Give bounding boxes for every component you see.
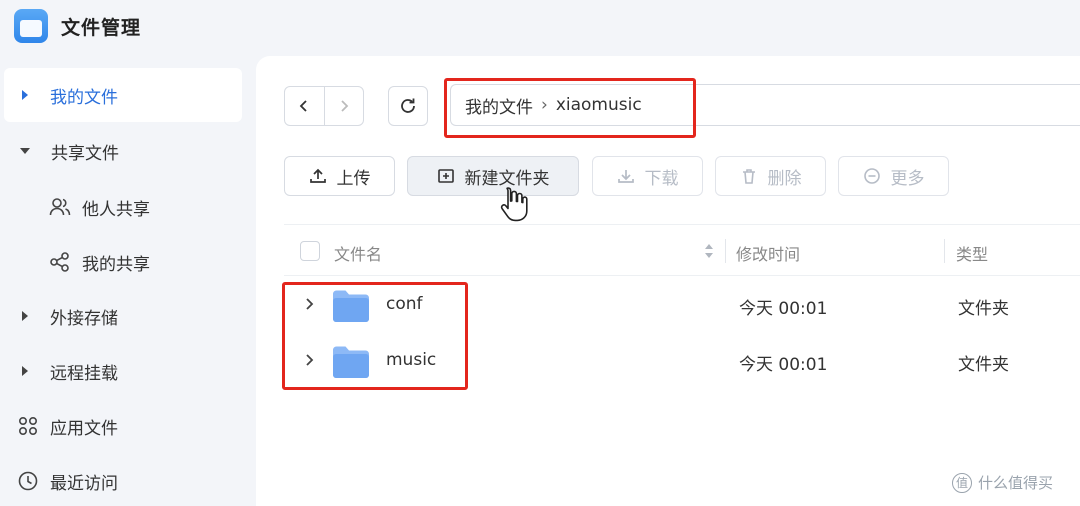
sidebar-item-recent[interactable]: 最近访问 xyxy=(4,454,242,506)
watermark-text: 什么值得买 xyxy=(978,474,1054,492)
breadcrumb: 我的文件 › xiaomusic xyxy=(450,84,1080,126)
sidebar-item-label: 应用文件 xyxy=(50,418,118,439)
users-icon xyxy=(48,195,72,219)
watermark: 值 什么值得买 xyxy=(952,472,1053,493)
clock-icon xyxy=(16,469,40,493)
upload-label: 上传 xyxy=(336,168,371,189)
column-header-name[interactable]: 文件名 xyxy=(334,241,382,265)
upload-icon xyxy=(309,167,327,185)
folder-icon xyxy=(333,346,369,378)
sidebar-item-shared-files[interactable]: 共享文件 xyxy=(4,124,242,178)
sidebar-item-my-shares[interactable]: 我的共享 xyxy=(4,235,242,289)
share-icon xyxy=(48,250,72,274)
chevron-right-icon[interactable] xyxy=(304,297,314,311)
folder-icon xyxy=(333,290,369,322)
breadcrumb-item-current: xiaomusic xyxy=(555,95,642,115)
history-nav xyxy=(284,86,364,126)
caret-right-icon xyxy=(22,311,28,321)
sidebar-item-remote-mount[interactable]: 远程挂载 xyxy=(4,344,242,398)
new-folder-icon xyxy=(437,167,455,185)
table-row[interactable]: music 今天 00:01 文件夹 xyxy=(284,334,1080,390)
sidebar-item-label: 远程挂载 xyxy=(50,363,118,384)
smzdm-logo-icon: 值 xyxy=(952,472,972,493)
file-modified: 今天 00:01 xyxy=(739,299,828,319)
refresh-button[interactable] xyxy=(388,86,428,126)
file-name[interactable]: conf xyxy=(386,294,423,314)
column-separator xyxy=(725,239,726,263)
upload-button[interactable]: 上传 xyxy=(284,156,395,196)
file-modified: 今天 00:01 xyxy=(739,355,828,375)
breadcrumb-separator-icon: › xyxy=(541,95,548,115)
chevron-right-icon xyxy=(341,100,349,112)
download-icon xyxy=(617,167,635,185)
chevron-left-icon xyxy=(299,100,307,112)
sidebar-item-label: 外接存储 xyxy=(50,308,118,329)
download-button[interactable]: 下载 xyxy=(592,156,703,196)
column-separator xyxy=(944,239,945,263)
column-header-modified[interactable]: 修改时间 xyxy=(736,241,800,265)
select-all-checkbox[interactable] xyxy=(300,241,320,261)
table-row[interactable]: conf 今天 00:01 文件夹 xyxy=(284,278,1080,334)
sidebar-item-label: 他人共享 xyxy=(82,199,150,220)
file-type: 文件夹 xyxy=(958,355,1009,375)
file-manager-logo-icon xyxy=(14,9,48,43)
forward-button[interactable] xyxy=(323,87,364,125)
sidebar-item-label: 共享文件 xyxy=(51,143,119,164)
trash-icon xyxy=(740,167,758,185)
app-header: 文件管理 xyxy=(0,0,1080,52)
sidebar: 我的文件 共享文件 他人共享 我的共享 外接存储 远程挂载 应用文件 最近访问 xyxy=(0,62,250,506)
delete-button[interactable]: 删除 xyxy=(715,156,826,196)
breadcrumb-item-root[interactable]: 我的文件 xyxy=(465,93,533,118)
table-header: 文件名 修改时间 类型 xyxy=(284,224,1080,276)
file-name[interactable]: music xyxy=(386,350,436,370)
apps-icon xyxy=(16,414,40,438)
caret-right-icon xyxy=(22,366,28,376)
sidebar-item-label: 最近访问 xyxy=(50,473,118,494)
sidebar-item-app-files[interactable]: 应用文件 xyxy=(4,399,242,453)
sidebar-item-my-files[interactable]: 我的文件 xyxy=(4,68,242,122)
back-button[interactable] xyxy=(285,87,324,125)
main-panel: 我的文件 › xiaomusic 上传 新建文件夹 下载 删除 更多 文件名 修… xyxy=(256,56,1080,506)
column-header-type[interactable]: 类型 xyxy=(956,241,988,265)
more-button[interactable]: 更多 xyxy=(838,156,949,196)
refresh-icon xyxy=(401,98,415,113)
more-icon xyxy=(863,167,881,185)
caret-right-icon xyxy=(22,90,28,100)
chevron-right-icon[interactable] xyxy=(304,353,314,367)
new-folder-button[interactable]: 新建文件夹 xyxy=(407,156,579,196)
download-label: 下载 xyxy=(644,168,679,189)
sidebar-item-label: 我的共享 xyxy=(82,254,150,275)
sidebar-item-label: 我的文件 xyxy=(50,87,118,108)
more-label: 更多 xyxy=(890,168,925,189)
delete-label: 删除 xyxy=(767,168,802,189)
caret-down-icon xyxy=(20,148,30,154)
file-type: 文件夹 xyxy=(958,299,1009,319)
hand-cursor-icon xyxy=(500,187,528,222)
sidebar-item-shared-by-others[interactable]: 他人共享 xyxy=(4,180,242,234)
app-title: 文件管理 xyxy=(61,16,142,39)
sidebar-item-external-storage[interactable]: 外接存储 xyxy=(4,289,242,343)
sort-icon[interactable] xyxy=(704,241,714,261)
